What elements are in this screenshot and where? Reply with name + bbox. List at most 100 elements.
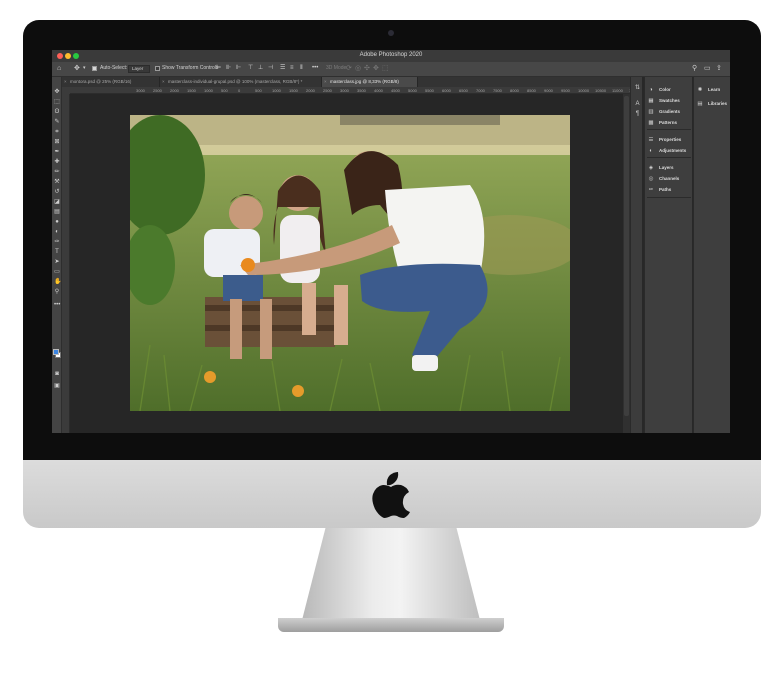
blur-tool-icon[interactable]: ●: [54, 219, 60, 225]
auto-select-checkbox[interactable]: [92, 66, 97, 71]
ruler-tick-label: 10000: [578, 88, 590, 93]
libraries-icon: ▤: [697, 101, 703, 107]
align-bottom-icon[interactable]: ⊣: [268, 65, 273, 72]
home-icon[interactable]: ⌂: [57, 65, 61, 72]
history-panel-icon[interactable]: ⇅: [634, 85, 641, 92]
3d-roll-icon[interactable]: ◎: [355, 65, 361, 72]
foreground-color-swatch[interactable]: [53, 349, 59, 355]
layers-icon: ◈: [648, 165, 654, 171]
type-tool-icon[interactable]: T: [54, 249, 60, 255]
distribute-v-icon[interactable]: ≡: [290, 65, 294, 72]
tab-label: masterclass-individual-grupal.psd @ 100%…: [168, 79, 303, 84]
title-bar: Adobe Photoshop 2020: [52, 50, 730, 62]
panel-label: Layers: [659, 165, 674, 170]
close-tab-icon[interactable]: ×: [324, 77, 327, 87]
panel-tab-gradients[interactable]: ▥ Gradients: [647, 107, 691, 117]
more-options-icon[interactable]: •••: [312, 65, 318, 72]
panel-tab-channels[interactable]: ◎ Channels: [647, 174, 691, 184]
3d-drag-icon[interactable]: ✣: [364, 65, 370, 72]
document-photo[interactable]: [130, 115, 570, 411]
panel-label: Gradients: [659, 109, 681, 114]
gradient-tool-icon[interactable]: ▤: [54, 209, 60, 215]
healing-brush-tool-icon[interactable]: ✚: [54, 159, 60, 165]
workspace-icon[interactable]: ▭: [704, 65, 711, 72]
tab-masterclass-jpg[interactable]: × masterclass.jpg @ 8,33% (RGB/8): [322, 77, 418, 87]
panel-label: Swatches: [659, 98, 680, 103]
panel-tab-paths[interactable]: ✑ Paths: [647, 185, 691, 195]
frame-tool-icon[interactable]: ⊠: [54, 139, 60, 145]
ruler-tick-label: 11000: [612, 88, 623, 93]
distribute-icon[interactable]: ☰: [280, 65, 285, 72]
align-center-icon[interactable]: ⊪: [226, 65, 231, 72]
path-select-tool-icon[interactable]: ➤: [54, 259, 60, 265]
3d-slide-icon[interactable]: ✥: [373, 65, 379, 72]
panel-tab-color[interactable]: ◑ Color: [647, 85, 691, 95]
ruler-tick-label: 7500: [493, 88, 502, 93]
ruler-tick-label: 1500: [187, 88, 196, 93]
gradient-icon: ▥: [648, 109, 654, 115]
chevron-down-icon[interactable]: ▾: [83, 65, 86, 72]
paragraph-panel-icon[interactable]: ¶: [634, 111, 641, 118]
tab-masterclass-psd[interactable]: × masterclass-individual-grupal.psd @ 10…: [160, 77, 322, 87]
panel-tab-libraries[interactable]: ▤ Libraries: [696, 99, 730, 109]
panel-separator: [647, 197, 691, 198]
quick-select-tool-icon[interactable]: ✎: [54, 119, 60, 125]
move-tool-icon[interactable]: ✥: [54, 89, 60, 95]
pen-tool-icon[interactable]: ✑: [54, 239, 60, 245]
character-panel-icon[interactable]: A: [634, 101, 641, 108]
panel-tab-layers[interactable]: ◈ Layers: [647, 163, 691, 173]
ruler-tick-label: 2500: [323, 88, 332, 93]
ruler-corner[interactable]: [62, 87, 70, 94]
canvas-area[interactable]: [70, 94, 623, 433]
eyedropper-tool-icon[interactable]: ✒: [54, 149, 60, 155]
clone-stamp-tool-icon[interactable]: ⚒: [54, 179, 60, 185]
hand-tool-icon[interactable]: ✋: [54, 279, 61, 285]
quick-mask-icon[interactable]: ◙: [54, 371, 60, 377]
ruler-tick-label: 2500: [153, 88, 162, 93]
ruler-tick-label: 3000: [340, 88, 349, 93]
tab-montora[interactable]: × montora.psd @ 25% (RGB/16): [62, 77, 160, 87]
close-tab-icon[interactable]: ×: [64, 77, 67, 87]
horizontal-ruler[interactable]: 3000 2500 2000 1500 1000 500 0 500 1000 1500 2000 2…: [70, 87, 640, 94]
align-left-icon[interactable]: ⊫: [216, 65, 221, 72]
panel-tab-swatches[interactable]: ▦ Swatches: [647, 96, 691, 106]
brush-tool-icon[interactable]: ✏: [54, 169, 60, 175]
dodge-tool-icon[interactable]: ◐: [54, 229, 60, 235]
3d-orbit-icon[interactable]: ⟳: [346, 65, 352, 72]
panel-tab-properties[interactable]: ☰ Properties: [647, 135, 691, 145]
panel-tab-patterns[interactable]: ▩ Patterns: [647, 118, 691, 128]
shape-tool-icon[interactable]: ▭: [54, 269, 60, 275]
show-transform-label: Show Transform Controls: [162, 65, 219, 71]
panel-label: Channels: [659, 176, 680, 181]
zoom-tool-icon[interactable]: ⚲: [54, 289, 60, 295]
auto-select-dropdown[interactable]: Layer: [128, 65, 150, 73]
adjustments-icon: ◐: [649, 148, 653, 154]
auto-select-label: Auto-Select:: [100, 65, 128, 71]
align-top-icon[interactable]: ⊤: [248, 65, 253, 72]
crop-tool-icon[interactable]: ⌗: [54, 129, 60, 135]
distribute-h-icon[interactable]: ⦀: [300, 65, 303, 72]
properties-sliders-icon: ☰: [648, 137, 654, 143]
search-icon[interactable]: ⚲: [692, 65, 697, 72]
move-tool-icon[interactable]: ✥: [74, 65, 80, 72]
vertical-scrollbar[interactable]: [623, 94, 630, 433]
ruler-tick-label: 8000: [510, 88, 519, 93]
panel-tab-learn[interactable]: ✺ Learn: [696, 85, 730, 95]
edit-toolbar-icon[interactable]: •••: [54, 302, 60, 308]
panel-tab-adjustments[interactable]: ◐ Adjustments: [647, 146, 691, 156]
3d-scale-icon[interactable]: ⬚: [382, 65, 389, 72]
eraser-tool-icon[interactable]: ◪: [54, 199, 60, 205]
marquee-tool-icon[interactable]: ⬚: [54, 99, 60, 105]
vertical-ruler[interactable]: [62, 94, 70, 433]
history-brush-tool-icon[interactable]: ↺: [54, 189, 60, 195]
ruler-tick-label: 9000: [544, 88, 553, 93]
share-icon[interactable]: ⇪: [716, 65, 722, 72]
scrollbar-thumb[interactable]: [624, 96, 629, 416]
align-right-icon[interactable]: ⊩: [236, 65, 241, 72]
lasso-tool-icon[interactable]: ʘ: [54, 109, 60, 115]
align-middle-icon[interactable]: ⊥: [258, 65, 263, 72]
screen-mode-icon[interactable]: ▣: [54, 383, 60, 389]
close-tab-icon[interactable]: ×: [162, 77, 165, 87]
show-transform-checkbox[interactable]: [155, 66, 160, 71]
screen: Adobe Photoshop 2020 ⌂ ✥ ▾ Auto-Select: …: [52, 50, 730, 433]
